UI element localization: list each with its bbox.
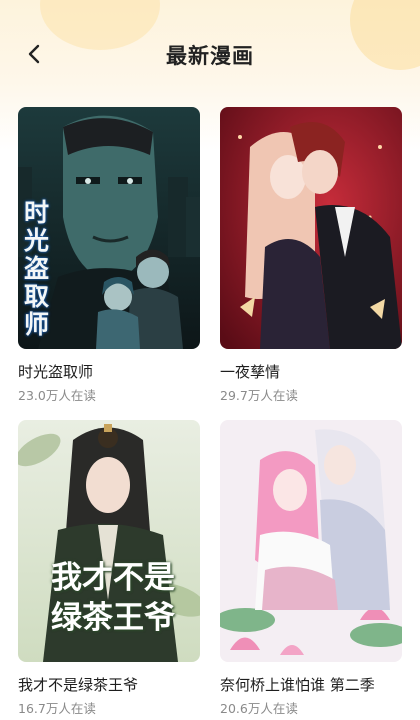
header: 最新漫画: [0, 28, 420, 78]
reader-count: 23.0万人在读: [18, 388, 96, 403]
comic-cover[interactable]: [220, 420, 402, 662]
comic-card[interactable]: 我才不是 绿茶王爷 我才不是绿茶王爷 16.7万人在读: [18, 420, 200, 717]
comic-title: 奈何桥上谁怕谁 第二季: [220, 676, 375, 694]
cover-title-text: 时光盗取师: [24, 198, 50, 339]
reader-count: 20.6万人在读: [220, 701, 298, 716]
cover-title-text: 我才不是 绿茶王爷: [28, 558, 198, 638]
comic-title: 一夜孳情: [220, 363, 281, 381]
comic-cover[interactable]: 我才不是 绿茶王爷: [18, 420, 200, 662]
comic-title: 时光盗取师: [18, 363, 94, 381]
comic-card[interactable]: 一夜孳情 29.7万人在读: [220, 107, 402, 404]
page-title: 最新漫画: [166, 44, 254, 68]
comic-card[interactable]: 奈何桥上谁怕谁 第二季 20.6万人在读: [220, 420, 402, 717]
comic-cover[interactable]: [220, 107, 402, 349]
comic-cover[interactable]: 时光盗取师: [18, 107, 200, 349]
reader-count: 16.7万人在读: [18, 701, 96, 716]
comic-card[interactable]: 时光盗取师 时光盗取师 23.0万人在读: [18, 107, 200, 404]
cover-title-line: 绿茶王爷: [51, 600, 175, 636]
comic-title: 我才不是绿茶王爷: [18, 676, 139, 694]
reader-count: 29.7万人在读: [220, 388, 298, 403]
cover-title-line: 我才不是: [51, 560, 175, 596]
